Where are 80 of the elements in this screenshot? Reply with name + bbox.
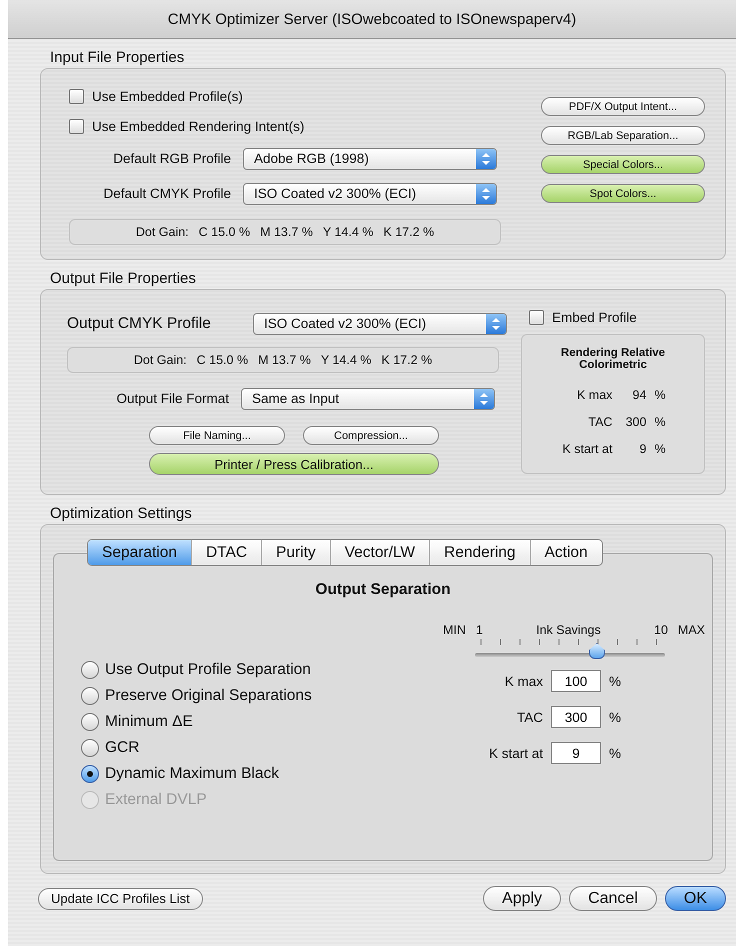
unit-label: % [609, 710, 622, 724]
slider-title: Ink Savings [535, 623, 602, 637]
tab[interactable]: Rendering [429, 540, 530, 565]
option-button[interactable]: Printer / Press Calibration... [149, 453, 439, 475]
dialog-button[interactable]: Cancel [569, 886, 657, 911]
dot-gain-value: M 13.7 % [258, 353, 311, 367]
checkbox[interactable] [529, 310, 544, 324]
field-label: Default RGB Profile [112, 151, 231, 166]
stepper-arrows-icon [482, 152, 490, 164]
value-label: K max [576, 388, 612, 402]
radio-label: GCR [105, 739, 140, 757]
stepper-arrows-icon [482, 188, 490, 200]
radio-label: Use Output Profile Separation [105, 661, 311, 679]
dot-gain-value: C 15.0 % [196, 353, 248, 367]
option-button[interactable]: File Naming... [149, 426, 285, 445]
dot-gain-label: Dot Gain: [134, 353, 187, 367]
unit-label: % [654, 414, 666, 428]
value-text: 300 [624, 414, 646, 428]
dialog-button[interactable]: OK [664, 886, 726, 911]
checkbox[interactable] [69, 88, 84, 104]
field-label: Output CMYK Profile [67, 314, 212, 332]
radio-label: External DVLP [105, 791, 207, 809]
field-label: Output File Format [115, 391, 229, 406]
stepper-arrows-icon [480, 392, 488, 404]
checkbox-label: Embed Profile [552, 310, 637, 324]
tab[interactable]: Separation [88, 540, 191, 565]
dot-gain-value: M 13.7 % [260, 225, 313, 239]
option-button[interactable]: RGB/Lab Separation... [541, 126, 705, 145]
option-button[interactable]: Spot Colors... [541, 184, 705, 203]
slider-min-value: 1 [476, 623, 483, 637]
dropdown[interactable]: Same as Input [241, 388, 495, 410]
dot-gain-value: K 17.2 % [381, 353, 432, 367]
window-title: CMYK Optimizer Server (ISOwebcoated to ISOnewspaperv4) [168, 10, 576, 28]
dropdown[interactable]: ISO Coated v2 300% (ECI) [253, 312, 507, 334]
dot-gain-value: K 17.2 % [383, 225, 434, 239]
input-field[interactable]: 100 [551, 670, 601, 692]
tab[interactable]: Action [530, 540, 602, 565]
panel-heading: Output Separation [315, 581, 451, 599]
unit-label: % [609, 746, 622, 760]
tab[interactable]: Vector/LW [330, 540, 430, 565]
radio-label: Dynamic Maximum Black [105, 765, 279, 783]
dialog-button[interactable]: Apply [483, 886, 562, 911]
radio-label: Preserve Original Separations [105, 687, 312, 705]
option-button[interactable]: Compression... [303, 426, 439, 445]
section-title: Input File Properties [50, 49, 184, 66]
option-button[interactable]: Special Colors... [541, 155, 705, 174]
field-label: Default CMYK Profile [102, 186, 231, 201]
checkbox[interactable] [69, 118, 84, 134]
section-title: Output File Properties [50, 270, 196, 287]
dropdown[interactable]: Adobe RGB (1998) [243, 148, 497, 170]
value-label: K start at [561, 442, 612, 456]
unit-label: % [654, 442, 666, 456]
value-text: 94 [632, 388, 646, 402]
dot-gain-value: C 15.0 % [198, 225, 250, 239]
slider-max-value: 10 [654, 623, 668, 637]
checkbox-label: Use Embedded Profile(s) [92, 88, 243, 104]
dot-gain-value: Y 14.4 % [322, 225, 374, 239]
tab[interactable]: Purity [261, 540, 330, 565]
option-button[interactable]: PDF/X Output Intent... [541, 97, 705, 116]
unit-label: % [654, 388, 666, 402]
value-text: 9 [638, 442, 646, 456]
unit-label: % [609, 674, 622, 688]
value-label: TAC [587, 414, 612, 428]
panel-title: Rendering Relative Colorimetric [560, 347, 666, 371]
section-title: Optimization Settings [50, 505, 192, 522]
slider-min-label: MIN [443, 623, 466, 637]
field-label: K max [504, 674, 543, 688]
radio-label: Minimum ΔE [105, 713, 193, 731]
stepper-arrows-icon [492, 318, 500, 330]
dot-gain-label: Dot Gain: [136, 225, 189, 239]
update-profiles-button[interactable]: Update ICC Profiles List [38, 888, 203, 910]
field-label: K start at [488, 746, 543, 760]
input-field[interactable]: 300 [551, 706, 601, 728]
checkbox-label: Use Embedded Rendering Intent(s) [92, 118, 304, 134]
tab[interactable]: DTAC [190, 540, 262, 565]
field-label: TAC [516, 710, 543, 724]
dropdown[interactable]: ISO Coated v2 300% (ECI) [243, 182, 497, 204]
dot-gain-value: Y 14.4 % [320, 353, 372, 367]
slider-max-label: MAX [678, 623, 705, 637]
input-field[interactable]: 9 [551, 742, 601, 764]
